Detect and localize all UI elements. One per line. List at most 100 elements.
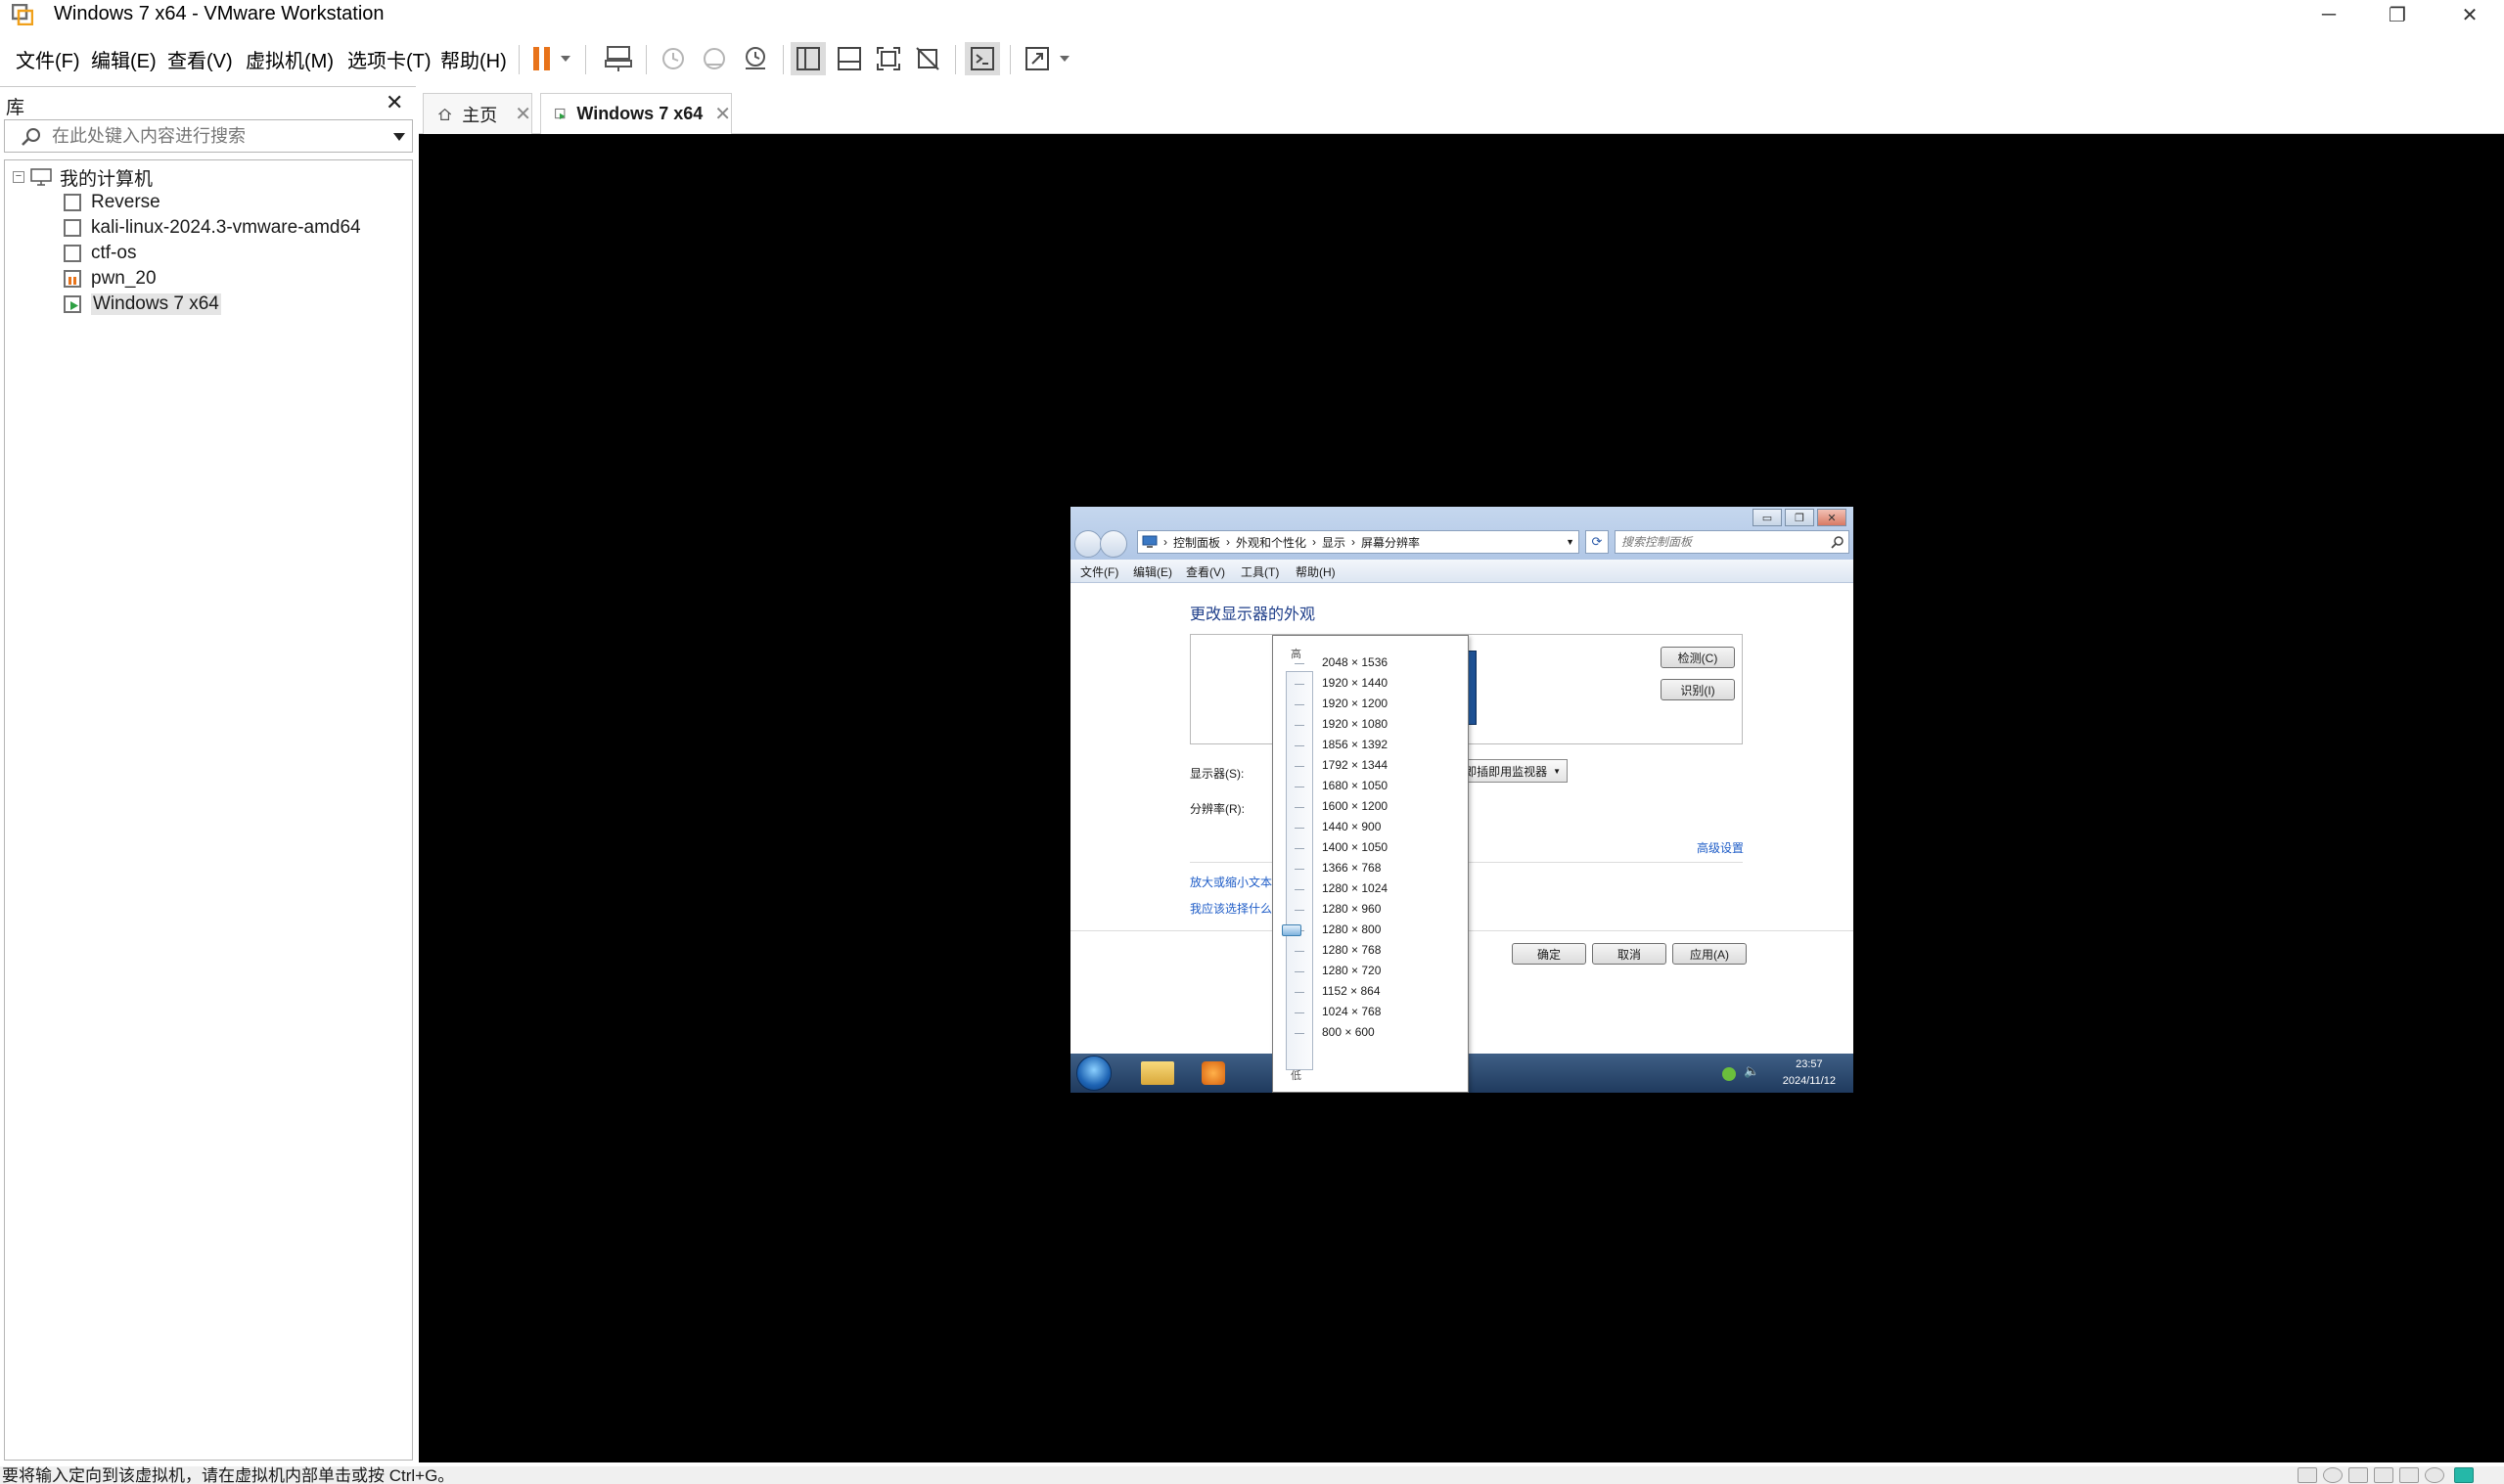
explorer-taskbar-icon[interactable] [1141,1061,1174,1085]
breadcrumb-item[interactable]: 外观和个性化 [1236,534,1306,551]
breadcrumb-item[interactable]: 屏幕分辨率 [1361,534,1420,551]
library-close-button[interactable]: ✕ [386,90,403,115]
tab-windows7[interactable]: Windows 7 x64 ✕ [540,93,732,134]
text-size-link[interactable]: 放大或缩小文本 [1190,874,1272,890]
resolution-option[interactable]: 1600 × 1200 [1322,799,1388,813]
library-search-box[interactable] [4,119,413,153]
guest-forward-button[interactable] [1100,530,1127,558]
breadcrumb-item[interactable]: 显示 [1322,534,1345,551]
guest-menu-edit[interactable]: 编辑(E) [1133,563,1172,580]
guest-minimize-button[interactable]: ▭ [1753,509,1782,526]
resolution-option[interactable]: 1920 × 1200 [1322,697,1388,710]
display-select[interactable]: 即插即用监视器 ▼ [1462,759,1568,783]
tab-home[interactable]: 主页 ✕ [423,93,532,134]
resolution-option[interactable]: 800 × 600 [1322,1025,1375,1039]
resolution-option[interactable]: 1280 × 768 [1322,943,1381,957]
library-search-input[interactable] [52,124,365,148]
menu-help[interactable]: 帮助(H) [440,45,507,73]
cd-dvd-status-icon[interactable] [2323,1467,2343,1483]
tree-item-ctf-os[interactable]: ctf-os [64,241,136,266]
tree-item-windows7[interactable]: Windows 7 x64 [64,292,221,317]
windows-start-icon[interactable] [1076,1056,1112,1091]
resolution-option[interactable]: 1280 × 720 [1322,964,1381,977]
guest-address-bar[interactable]: › 控制面板 › 外观和个性化 › 显示 › 屏幕分辨率 ▼ [1137,530,1579,554]
snapshot-manager-icon[interactable] [738,42,773,75]
close-button[interactable]: ✕ [2436,0,2504,30]
tab-home-close-icon[interactable]: ✕ [515,102,531,126]
library-view-icon[interactable] [791,42,826,75]
resolution-option[interactable]: 1024 × 768 [1322,1005,1381,1018]
menu-file[interactable]: 文件(F) [16,45,80,73]
pause-icon[interactable] [530,42,554,75]
minimize-button[interactable]: ─ [2295,0,2363,30]
restore-button[interactable]: ❐ [2363,0,2432,30]
collapse-icon[interactable]: − [13,171,24,183]
resolution-slider-thumb[interactable] [1282,924,1301,936]
hard-disk-status-icon[interactable] [2298,1467,2317,1483]
full-screen-icon[interactable] [871,42,906,75]
network-status-icon[interactable] [2348,1467,2368,1483]
pause-dropdown-icon[interactable] [558,42,573,75]
stretch-guest-icon[interactable] [1020,42,1055,75]
menu-view[interactable]: 查看(V) [167,45,233,73]
guest-menu-tools[interactable]: 工具(T) [1241,563,1279,580]
resolution-option[interactable]: 1680 × 1050 [1322,779,1388,792]
guest-close-button[interactable]: ✕ [1817,509,1846,526]
tree-item-pwn20[interactable]: pwn_20 [64,266,157,292]
refresh-icon[interactable]: ⟳ [1585,530,1609,554]
tab-windows7-close-icon[interactable]: ✕ [714,102,731,126]
thumbnail-bar-icon[interactable] [832,42,867,75]
resolution-option[interactable]: 1152 × 864 [1322,984,1381,998]
search-dropdown-icon[interactable] [392,132,406,142]
menu-edit[interactable]: 编辑(E) [91,45,157,73]
guest-menu-file[interactable]: 文件(F) [1080,563,1118,580]
ok-button[interactable]: 确定 [1512,943,1586,965]
printer-status-icon[interactable] [2425,1467,2444,1483]
tree-root-my-computer[interactable]: − 我的计算机 [13,164,153,190]
breadcrumb-item[interactable]: 控制面板 [1173,534,1220,551]
resolution-option[interactable]: 1856 × 1392 [1322,738,1388,751]
resolution-option[interactable]: 1400 × 1050 [1322,840,1388,854]
cancel-button[interactable]: 取消 [1592,943,1666,965]
resolution-option[interactable]: 2048 × 1536 [1322,655,1388,669]
volume-tray-icon[interactable]: 🔈 [1744,1063,1759,1079]
resolution-option[interactable]: 1280 × 1024 [1322,881,1388,895]
sound-status-icon[interactable] [2399,1467,2419,1483]
snapshot-take-icon[interactable] [656,42,691,75]
guest-search-box[interactable] [1615,530,1849,554]
guest-back-button[interactable] [1074,530,1102,558]
media-player-taskbar-icon[interactable] [1202,1061,1225,1085]
send-ctrl-alt-del-icon[interactable] [601,42,636,75]
guest-search-input[interactable] [1621,533,1817,551]
menu-vm[interactable]: 虚拟机(M) [246,45,334,73]
resolution-dropdown[interactable]: 高 低 2048 × 1536 1920 × 1440 1920 × 1200 192… [1272,635,1469,1093]
apply-button[interactable]: 应用(A) [1672,943,1747,965]
network-tray-icon[interactable] [1722,1067,1736,1081]
resolution-option[interactable]: 1792 × 1344 [1322,758,1388,772]
resolution-slider-track[interactable] [1286,671,1313,1070]
resolution-option[interactable]: 1366 × 768 [1322,861,1381,875]
resolution-option[interactable]: 1280 × 800 [1322,922,1381,936]
message-log-icon[interactable] [2454,1467,2474,1483]
unity-icon[interactable] [910,42,945,75]
tree-item-reverse[interactable]: Reverse [64,190,160,215]
tree-item-kali[interactable]: kali-linux-2024.3-vmware-amd64 [64,215,361,241]
resolution-option[interactable]: 1280 × 960 [1322,902,1381,916]
advanced-settings-link[interactable]: 高级设置 [1697,839,1744,856]
address-dropdown-icon[interactable]: ▼ [1566,537,1574,547]
stretch-dropdown-icon[interactable] [1057,42,1072,75]
guest-maximize-button[interactable]: ❐ [1785,509,1814,526]
identify-button[interactable]: 识别(I) [1661,679,1735,700]
guest-screen-resolution-window[interactable]: ▭ ❐ ✕ › 控制面板 › 外观和个性化 › 显示 › 屏幕分辨率 ▼ ⟳ 文 [1070,507,1853,1093]
guest-clock[interactable]: 23:57 2024/11/12 [1783,1057,1836,1090]
help-choose-link[interactable]: 我应该选择什么 [1190,900,1272,917]
snapshot-revert-icon[interactable] [697,42,732,75]
menu-tabs[interactable]: 选项卡(T) [347,45,432,73]
resolution-option[interactable]: 1920 × 1440 [1322,676,1388,690]
guest-menu-help[interactable]: 帮助(H) [1296,563,1336,580]
usb-status-icon[interactable] [2374,1467,2393,1483]
guest-menu-view[interactable]: 查看(V) [1186,563,1225,580]
detect-button[interactable]: 检测(C) [1661,647,1735,668]
resolution-option[interactable]: 1920 × 1080 [1322,717,1388,731]
console-view-icon[interactable] [965,42,1000,75]
